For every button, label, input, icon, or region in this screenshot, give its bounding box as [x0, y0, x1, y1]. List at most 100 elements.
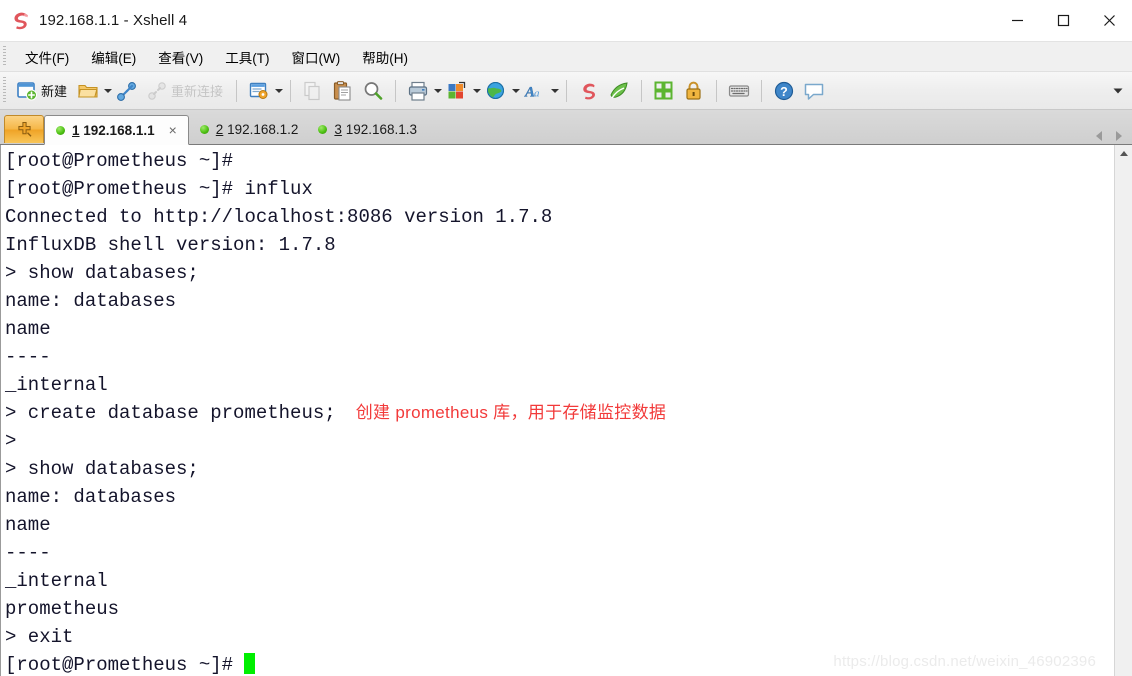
find-button[interactable] [358, 77, 388, 105]
help-button[interactable]: ? [769, 77, 799, 105]
lock-button[interactable] [679, 77, 709, 105]
font-dropdown[interactable] [550, 77, 559, 105]
menu-window[interactable]: 窗口(W) [281, 43, 352, 71]
web-transfer-button[interactable] [481, 77, 511, 105]
help-icon: ? [773, 80, 795, 102]
tab-host: 192.168.1.1 [83, 122, 155, 138]
tab-index: 1 [72, 122, 80, 138]
tab-scroll-right-icon[interactable] [1116, 131, 1122, 141]
chevron-down-icon [433, 88, 442, 93]
copy-icon [302, 80, 324, 102]
paste-button[interactable] [328, 77, 358, 105]
terminal-line: prometheus [5, 595, 1114, 623]
maximize-button[interactable] [1040, 0, 1086, 40]
scrollbar-track[interactable] [1115, 162, 1132, 676]
xftp-icon [608, 80, 630, 102]
layout-dropdown[interactable] [472, 77, 481, 105]
arrange-button[interactable] [649, 77, 679, 105]
menu-help[interactable]: 帮助(H) [351, 43, 419, 71]
tab-status-dot [56, 125, 65, 135]
toolbar-divider-5 [641, 79, 643, 102]
keyboard-button[interactable] [724, 77, 754, 105]
terminal-line-text: > exit [5, 626, 74, 648]
terminal-line: _internal [5, 567, 1114, 595]
disconnect-button[interactable]: 重新连接 [142, 77, 229, 105]
connect-icon [116, 80, 138, 102]
xshell-icon [578, 80, 600, 102]
terminal-line: InfluxDB shell version: 1.7.8 [5, 231, 1114, 259]
scroll-up-button[interactable] [1115, 145, 1132, 162]
open-session-dropdown[interactable] [103, 77, 112, 105]
print-icon [407, 80, 429, 102]
feedback-button[interactable] [799, 77, 829, 105]
session-properties-icon [248, 80, 270, 102]
terminal-line-text: name [5, 318, 51, 340]
layout-icon [446, 80, 468, 102]
menu-tools[interactable]: 工具(T) [214, 43, 280, 71]
tab-label: 3 192.168.1.3 [334, 122, 417, 137]
tab-label: 2 192.168.1.2 [216, 122, 299, 137]
tab-status-dot [318, 125, 328, 134]
session-properties-dropdown[interactable] [274, 77, 283, 105]
terminal-line-text: ---- [5, 346, 51, 368]
terminal-scrollbar[interactable] [1114, 145, 1132, 676]
terminal-line-text: > create database prometheus; [5, 402, 336, 424]
terminal-line-text: > show databases; [5, 458, 199, 480]
terminal-line: Connected to http://localhost:8086 versi… [5, 203, 1114, 231]
toolbar-divider-2 [290, 79, 292, 102]
svg-text:?: ? [780, 85, 788, 99]
svg-text:a: a [534, 87, 540, 99]
terminal-line: > exit [5, 623, 1114, 651]
xshell-window: 192.168.1.1 - Xshell 4 文件(F) 编辑(E) 查看(V)… [0, 0, 1132, 676]
terminal-cursor [244, 653, 256, 674]
window-controls [994, 0, 1132, 40]
terminal-line: name: databases [5, 483, 1114, 511]
tab-status-dot [199, 125, 209, 134]
menu-edit[interactable]: 编辑(E) [80, 43, 147, 71]
open-folder-icon [77, 80, 99, 102]
terminal-output[interactable]: [root@Prometheus ~]# [root@Prometheus ~]#… [0, 145, 1114, 676]
terminal-line: > [5, 427, 1114, 455]
tab-bar: 1 192.168.1.1 × 2 192.168.1.2 3 192.168.… [0, 110, 1132, 145]
tab-192-168-1-2[interactable]: 2 192.168.1.2 [189, 115, 308, 144]
session-properties-button[interactable] [244, 77, 274, 105]
tab-close-button[interactable]: × [167, 123, 179, 137]
new-session-button[interactable]: 新建 [12, 77, 73, 105]
new-tab-button[interactable] [4, 115, 44, 143]
web-transfer-dropdown[interactable] [511, 77, 520, 105]
tab-192-168-1-3[interactable]: 3 192.168.1.3 [307, 115, 426, 144]
menu-file[interactable]: 文件(F) [14, 43, 80, 71]
terminal-line: [root@Prometheus ~]# [5, 651, 1114, 676]
print-button[interactable] [403, 77, 433, 105]
terminal-line-text: _internal [5, 570, 108, 592]
tab-scroll-controls [1090, 131, 1128, 141]
xshell-button[interactable] [574, 77, 604, 105]
print-dropdown[interactable] [433, 77, 442, 105]
minimize-button[interactable] [994, 0, 1040, 40]
font-button[interactable]: A a [520, 77, 550, 105]
toolbar-overflow-button[interactable] [1112, 72, 1124, 109]
tab-label: 1 192.168.1.1 [72, 123, 155, 138]
title-bar-left: 192.168.1.1 - Xshell 4 [0, 10, 187, 30]
copy-button[interactable] [298, 77, 328, 105]
tab-192-168-1-1[interactable]: 1 192.168.1.1 × [44, 115, 189, 145]
tab-scroll-left-icon[interactable] [1096, 131, 1102, 141]
xftp-button[interactable] [604, 77, 634, 105]
terminal-line-text: name: databases [5, 290, 177, 312]
terminal-line: name [5, 315, 1114, 343]
connect-button[interactable] [112, 77, 142, 105]
title-bar: 192.168.1.1 - Xshell 4 [0, 0, 1132, 41]
feedback-icon [803, 80, 825, 102]
xshell-logo-icon [10, 10, 30, 30]
web-transfer-icon [485, 80, 507, 102]
layout-button[interactable] [442, 77, 472, 105]
open-session-button[interactable] [73, 77, 103, 105]
close-button[interactable] [1086, 0, 1132, 40]
terminal-line-text: prometheus [5, 598, 120, 620]
toolbar-divider-4 [566, 79, 568, 102]
find-icon [362, 80, 384, 102]
terminal-line-text: name [5, 514, 51, 536]
chevron-down-icon [511, 88, 520, 93]
terminal-line-text: [root@Prometheus ~]# [5, 150, 234, 172]
menu-view[interactable]: 查看(V) [147, 43, 214, 71]
